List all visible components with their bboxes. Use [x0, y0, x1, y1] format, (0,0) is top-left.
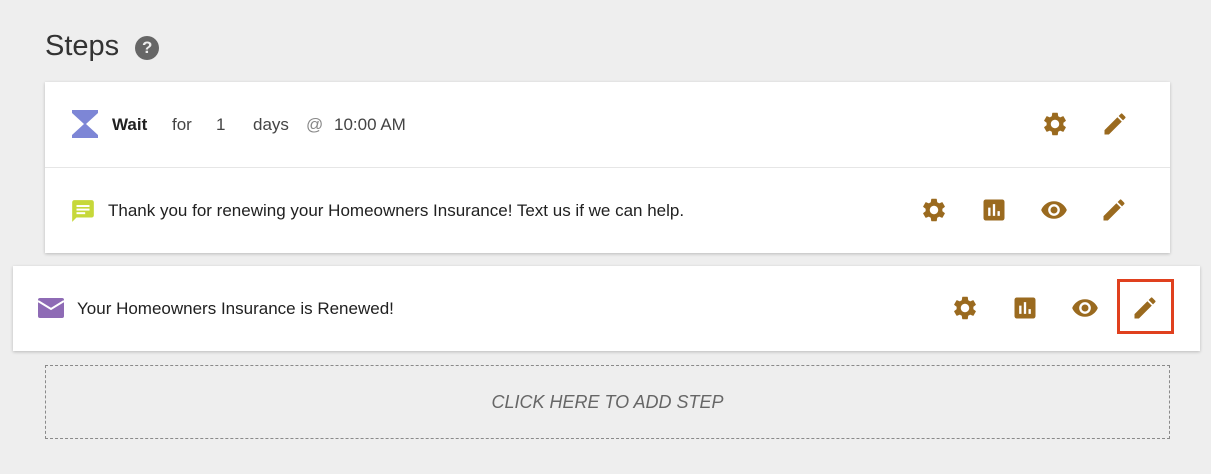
hourglass-icon [69, 108, 101, 140]
gear-icon[interactable] [945, 288, 985, 328]
wait-unit: days [253, 115, 289, 134]
add-step-label: CLICK HERE TO ADD STEP [491, 391, 724, 412]
step-row-sms: Thank you for renewing your Homeowners I… [45, 168, 1170, 253]
page-title-text: Steps [45, 30, 120, 62]
add-step-button[interactable]: CLICK HERE TO ADD STEP [45, 365, 1170, 439]
wait-amount: 1 [216, 115, 226, 134]
help-circle-icon[interactable]: ? [135, 35, 160, 60]
wait-for-text: for [172, 115, 192, 134]
step-row-wait: Wait for 1 days @ 10:00 AM [45, 82, 1170, 168]
wait-label: Wait [112, 115, 148, 134]
pencil-icon[interactable] [1094, 190, 1134, 230]
envelope-icon [37, 296, 65, 320]
gear-icon[interactable] [914, 190, 954, 230]
email-step-row: Your Homeowners Insurance is Renewed! [13, 266, 1200, 351]
gear-icon[interactable] [1035, 104, 1075, 144]
eye-icon[interactable] [1034, 190, 1074, 230]
wait-at-symbol: @ [306, 115, 324, 134]
eye-icon[interactable] [1065, 288, 1105, 328]
bar-chart-icon[interactable] [1005, 288, 1045, 328]
pencil-icon[interactable] [1095, 104, 1135, 144]
edit-highlight-box [1117, 279, 1174, 334]
bar-chart-icon[interactable] [974, 190, 1014, 230]
step-row-email: Your Homeowners Insurance is Renewed! [13, 266, 1200, 351]
email-step-text[interactable]: Your Homeowners Insurance is Renewed! [77, 299, 394, 319]
message-icon [70, 198, 96, 224]
sms-step-text[interactable]: Thank you for renewing your Homeowners I… [108, 201, 684, 221]
wait-time: 10:00 AM [334, 115, 406, 134]
page-title: Steps ? [45, 30, 160, 63]
steps-card: Wait for 1 days @ 10:00 AM Thank you for… [45, 82, 1170, 253]
